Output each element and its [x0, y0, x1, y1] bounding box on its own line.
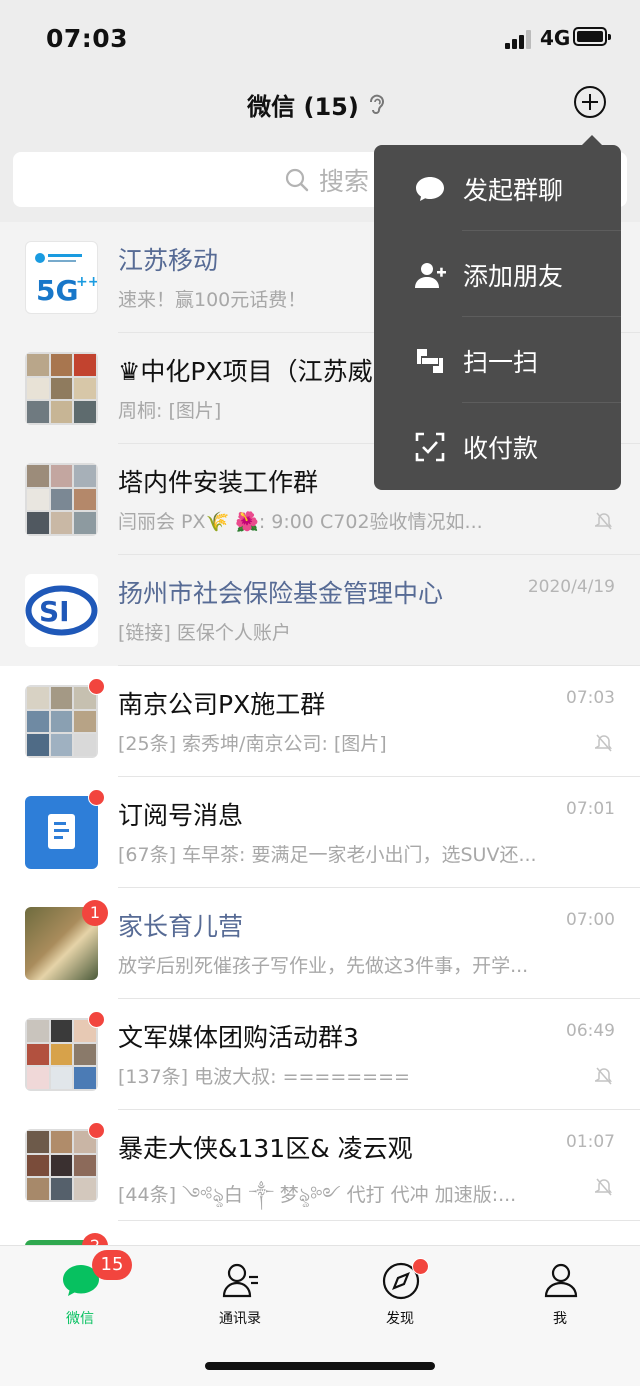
add-plus-button[interactable]: [574, 86, 606, 118]
chat-preview: [137条] 电波大叔: ========: [118, 1066, 410, 1088]
payment-scan-icon: [415, 432, 445, 462]
menu-item-add-friend[interactable]: 添加朋友: [374, 231, 621, 317]
menu-label: 添加朋友: [463, 262, 564, 291]
svg-text:SI: SI: [39, 595, 70, 628]
social-insurance-logo: SI: [25, 585, 98, 636]
chat-name: 家长育儿营: [118, 912, 244, 941]
tab-label: 微信: [66, 1311, 94, 1327]
chat-row-nanjing-px[interactable]: 南京公司PX施工群 [25条] 索秀坤/南京公司: [图片] 07:03: [0, 666, 640, 777]
tab-me[interactable]: 我: [500, 1262, 620, 1332]
avatar: [25, 796, 98, 869]
chat-preview: [25条] 索秀坤/南京公司: [图片]: [118, 733, 387, 755]
svg-text:5G: 5G: [36, 274, 78, 307]
chat-row-social-insurance[interactable]: SI 扬州市社会保险基金管理中心 [链接] 医保个人账户 2020/4/19: [0, 555, 640, 666]
chat-row-game-group[interactable]: 暴走大侠&131区& 凌云观 [44条] ༺ৡ白 ༒ 梦ৡ༻ 代打 代冲 加速版…: [0, 1110, 640, 1221]
mute-bell-icon: [595, 734, 612, 752]
contacts-icon: [222, 1263, 258, 1298]
cell-signal-icon: [505, 29, 535, 49]
profile-icon: [544, 1263, 578, 1298]
unread-dot: [88, 1122, 105, 1139]
chat-name: 订阅号消息: [118, 801, 244, 830]
chat-preview: 闫丽会 PX🌾 🌺: 9:00 C702验收情况如...: [118, 511, 483, 533]
chat-time: 2020/4/19: [527, 577, 615, 597]
unread-count-badge: 1: [82, 900, 108, 926]
menu-item-group-chat[interactable]: 发起群聊: [374, 145, 621, 231]
svg-text:++: ++: [76, 274, 98, 290]
chat-name: 暴走大侠&131区& 凌云观: [118, 1134, 413, 1163]
mute-bell-icon: [595, 1178, 612, 1196]
chat-row-media-group[interactable]: 文军媒体团购活动群3 [137条] 电波大叔: ======== 06:49: [0, 999, 640, 1110]
add-friend-icon: [415, 263, 446, 288]
chat-name: 南京公司PX施工群: [118, 690, 326, 719]
tab-label: 发现: [386, 1311, 414, 1327]
tab-label: 通讯录: [219, 1311, 261, 1327]
chat-bubble-icon: [416, 177, 444, 201]
status-bar: 07:03 4G: [0, 0, 640, 78]
tab-contacts[interactable]: 通讯录: [180, 1262, 300, 1332]
avatar: [25, 685, 98, 758]
unread-dot: [88, 789, 105, 806]
china-mobile-5g-logo: 5G ++: [35, 253, 98, 307]
tab-chats[interactable]: 15 微信: [20, 1250, 140, 1332]
chat-preview: [67条] 车早茶: 要满足一家老小出门，选SUV还...: [118, 844, 537, 866]
chat-row-subscriptions[interactable]: 订阅号消息 [67条] 车早茶: 要满足一家老小出门，选SUV还... 07:0…: [0, 777, 640, 888]
avatar: [25, 1129, 98, 1202]
tab-unread-dot: [412, 1258, 429, 1275]
clock: 07:03: [46, 24, 129, 53]
mute-bell-icon: [595, 512, 612, 530]
chat-preview: [44条] ༺ৡ白 ༒ 梦ৡ༻ 代打 代冲 加速版:...: [118, 1184, 517, 1206]
search-icon: [285, 168, 309, 192]
earpiece-mode-icon: [370, 94, 384, 114]
chat-time: 06:49: [566, 1021, 615, 1041]
avatar: [25, 463, 98, 536]
chat-time: 01:07: [566, 1132, 615, 1152]
chat-name: ♛中化PX项目（江苏威: [118, 357, 373, 386]
avatar: [25, 1018, 98, 1091]
tab-label: 我: [553, 1311, 567, 1327]
chat-name: 江苏移动: [118, 246, 219, 275]
tab-discover[interactable]: 发现: [340, 1258, 460, 1332]
menu-label: 扫一扫: [463, 348, 539, 377]
chat-preview: 放学后别死催孩子写作业，先做这3件事，开学...: [118, 955, 529, 977]
network-type: 4G: [540, 26, 571, 50]
unread-dot: [88, 678, 105, 695]
unread-dot: [88, 1011, 105, 1028]
plus-popup-menu: 发起群聊 添加朋友 扫一扫 收付款: [374, 135, 621, 490]
mute-bell-icon: [595, 1067, 612, 1085]
unread-count-badge: 2: [82, 1233, 108, 1245]
avatar: SI: [25, 574, 98, 647]
menu-item-payment[interactable]: 收付款: [374, 403, 621, 489]
menu-item-scan[interactable]: 扫一扫: [374, 317, 621, 403]
scan-icon: [417, 349, 443, 373]
chat-time: 07:01: [566, 799, 615, 819]
chat-row-partial[interactable]: 2: [0, 1221, 640, 1245]
nav-bar: 微信 (15): [0, 78, 640, 142]
tab-unread-badge: 15: [92, 1250, 132, 1280]
avatar: [25, 352, 98, 425]
chat-time: 07:00: [566, 910, 615, 930]
avatar: 5G ++: [25, 241, 98, 314]
subscription-doc-icon: [48, 814, 75, 849]
battery-icon: [573, 27, 611, 46]
chat-name: 塔内件安装工作群: [118, 468, 319, 497]
page-title: 微信 (15): [247, 93, 359, 121]
chat-name: 文军媒体团购活动群3: [118, 1023, 359, 1052]
chat-time: 07:03: [566, 688, 615, 708]
chat-row-parenting[interactable]: 1 家长育儿营 放学后别死催孩子写作业，先做这3件事，开学... 07:00: [0, 888, 640, 999]
menu-label: 发起群聊: [463, 176, 564, 205]
chat-name: 扬州市社会保险基金管理中心: [118, 579, 444, 608]
home-indicator[interactable]: [205, 1362, 435, 1370]
chat-preview: [链接] 医保个人账户: [118, 622, 291, 644]
menu-label: 收付款: [463, 434, 539, 463]
search-placeholder: 搜索: [319, 167, 370, 196]
